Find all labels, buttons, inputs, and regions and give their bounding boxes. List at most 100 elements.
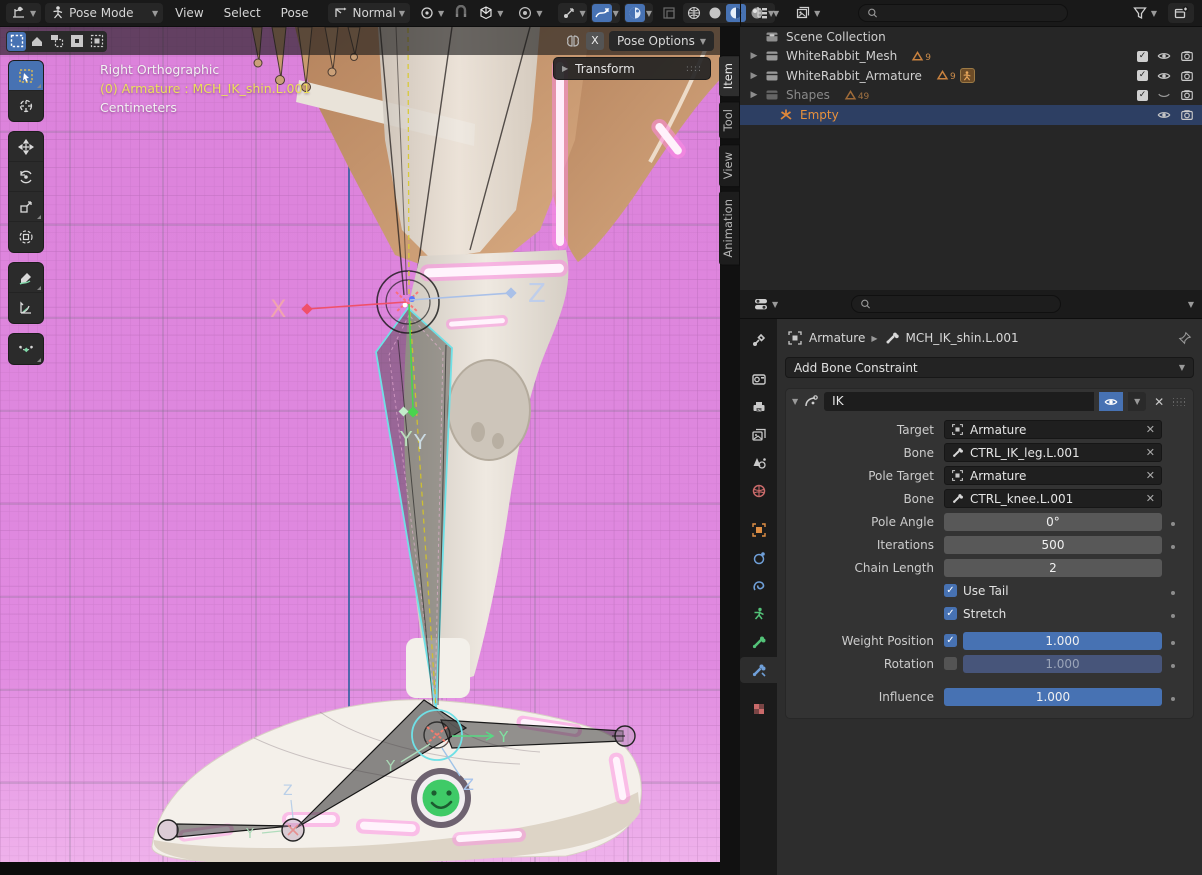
rotation-slider[interactable]: 1.000 — [963, 655, 1162, 673]
tab-render-properties[interactable] — [740, 366, 777, 392]
checkbox-icon[interactable]: ✓ — [1137, 51, 1148, 62]
pose-options-dropdown[interactable]: Pose Options ▼ — [609, 31, 714, 51]
expand-icon[interactable]: ▶ — [748, 71, 760, 81]
pole-target-field[interactable]: Armature ✕ — [944, 466, 1162, 485]
properties-search[interactable] — [851, 295, 1061, 313]
tab-output-properties[interactable] — [740, 394, 777, 420]
tab-world-properties[interactable] — [740, 478, 777, 504]
tool-move[interactable] — [9, 132, 43, 162]
select-mode-invert[interactable] — [67, 32, 86, 51]
knee-bone-circle[interactable] — [377, 271, 439, 333]
outliner-search-input[interactable] — [883, 7, 1059, 19]
eye-closed-icon[interactable] — [1157, 88, 1171, 102]
toggle-xray[interactable] — [625, 4, 645, 22]
outliner-row-scene-collection[interactable]: Scene Collection — [740, 27, 1202, 47]
drag-handle-icon[interactable]: :::::::: — [1172, 398, 1187, 406]
tab-object-data-properties[interactable] — [740, 601, 777, 627]
select-mode-intersect[interactable] — [87, 32, 106, 51]
pivot-dropdown[interactable]: ▼ — [414, 3, 449, 23]
use-tail-checkbox[interactable]: ✓ — [944, 584, 957, 597]
tab-object-constraint-properties[interactable] — [740, 573, 777, 599]
rotation-checkbox[interactable] — [944, 657, 957, 670]
target-field[interactable]: Armature ✕ — [944, 420, 1162, 439]
influence-slider[interactable]: 1.000 — [944, 688, 1162, 706]
new-collection-button[interactable] — [1168, 3, 1194, 23]
outliner-row-armature-collection[interactable]: ▶ WhiteRabbit_Armature 9 ✓ — [740, 66, 1202, 86]
snap-target-dropdown[interactable]: ▼ — [473, 3, 508, 23]
mirror-butterfly-icon[interactable] — [565, 33, 581, 49]
show-overlays-toggle[interactable] — [592, 4, 612, 22]
checkbox-icon[interactable]: ✓ — [1137, 70, 1148, 81]
expand-icon[interactable]: ▶ — [748, 90, 760, 100]
show-gizmo-toggle[interactable] — [559, 4, 579, 22]
menu-select[interactable]: Select — [216, 3, 269, 23]
tab-object-properties[interactable] — [740, 517, 777, 543]
display-mode-dropdown[interactable]: ▼ — [790, 3, 825, 23]
animate-dot[interactable] — [1171, 591, 1175, 595]
menu-pose[interactable]: Pose — [273, 3, 317, 23]
tab-texture-properties[interactable] — [740, 696, 777, 722]
transform-panel-header[interactable]: ▶ Transform :::: — [553, 57, 711, 80]
breadcrumb-bone[interactable]: MCH_IK_shin.L.001 — [906, 331, 1019, 345]
select-mode-subtract[interactable] — [47, 32, 66, 51]
camera-icon[interactable] — [1180, 69, 1194, 83]
snap-magnet-icon[interactable] — [453, 5, 469, 21]
properties-search-input[interactable] — [876, 298, 1052, 310]
expand-icon[interactable]: ▶ — [748, 51, 760, 61]
camera-icon[interactable] — [1180, 108, 1194, 122]
breadcrumb-object[interactable]: Armature — [809, 331, 865, 345]
camera-icon[interactable] — [1180, 88, 1194, 102]
chevron-down-icon[interactable]: ▼ — [613, 9, 619, 18]
chevron-down-icon[interactable]: ▼ — [1188, 300, 1194, 309]
pole-angle-slider[interactable]: 0° — [944, 513, 1162, 531]
animate-dot[interactable] — [1171, 522, 1175, 526]
clear-x-icon[interactable]: ✕ — [1146, 423, 1155, 436]
tool-scale[interactable] — [9, 192, 43, 222]
orientation-dropdown[interactable]: Normal ▼ — [328, 3, 410, 23]
outliner-row-shapes-collection[interactable]: ▶ Shapes 49 ✓ — [740, 86, 1202, 106]
clear-x-icon[interactable]: ✕ — [1146, 446, 1155, 459]
tab-tool-properties[interactable] — [740, 327, 777, 353]
outliner-row-mesh-collection[interactable]: ▶ WhiteRabbit_Mesh 9 ✓ — [740, 47, 1202, 67]
tab-physics-properties[interactable] — [740, 545, 777, 571]
tool-annotate[interactable] — [9, 263, 43, 293]
chain-length-slider[interactable]: 2 — [944, 559, 1162, 577]
tab-view[interactable]: View — [719, 144, 740, 187]
stretch-checkbox[interactable]: ✓ — [944, 607, 957, 620]
outliner-editor-dropdown[interactable]: ▼ — [749, 3, 784, 23]
constraint-name-field[interactable]: IK — [824, 392, 1094, 411]
animate-dot[interactable] — [1171, 641, 1175, 645]
mirror-x-toggle[interactable]: X — [586, 32, 604, 50]
proportional-edit-dropdown[interactable]: ▼ — [512, 3, 547, 23]
bone-field[interactable]: CTRL_IK_leg.L.001 ✕ — [944, 443, 1162, 462]
add-bone-constraint-button[interactable]: Add Bone Constraint ▼ — [785, 357, 1194, 378]
collapse-chevron-icon[interactable]: ▼ — [792, 397, 798, 406]
drag-handle-icon[interactable]: :::: — [686, 64, 702, 74]
menu-view[interactable]: View — [167, 3, 211, 23]
3d-viewport[interactable]: X Z Y Y — [0, 27, 740, 875]
checkbox-icon[interactable]: ✓ — [1137, 90, 1148, 101]
animate-dot[interactable] — [1171, 697, 1175, 701]
properties-editor-dropdown[interactable]: ▼ — [748, 294, 783, 314]
iterations-slider[interactable]: 500 — [944, 536, 1162, 554]
tab-animation[interactable]: Animation — [719, 191, 740, 266]
animate-dot[interactable] — [1171, 614, 1175, 618]
outliner-row-empty[interactable]: Empty — [740, 105, 1202, 125]
pole-bone-field[interactable]: CTRL_knee.L.001 ✕ — [944, 489, 1162, 508]
camera-icon[interactable] — [1180, 49, 1194, 63]
pin-icon[interactable] — [1178, 331, 1192, 345]
tab-item[interactable]: Item — [719, 55, 740, 97]
chevron-down-icon[interactable]: ▼ — [580, 9, 586, 18]
tab-scene-properties[interactable] — [740, 450, 777, 476]
select-mode-extend[interactable] — [27, 32, 46, 51]
eye-icon[interactable] — [1157, 49, 1171, 63]
tab-bone-properties[interactable] — [740, 629, 777, 655]
shading-solid[interactable] — [705, 4, 725, 22]
render-region-icon[interactable] — [661, 5, 677, 21]
tool-rotate[interactable] — [9, 162, 43, 192]
shading-wireframe[interactable] — [684, 4, 704, 22]
animate-dot[interactable] — [1171, 664, 1175, 668]
select-mode-new[interactable] — [7, 32, 26, 51]
tab-view-layer-properties[interactable] — [740, 422, 777, 448]
tool-pose-breakdowner[interactable] — [9, 334, 43, 364]
